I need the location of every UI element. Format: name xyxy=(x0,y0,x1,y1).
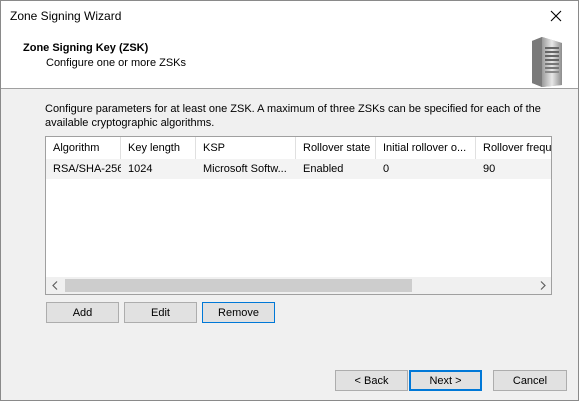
cancel-button[interactable]: Cancel xyxy=(493,370,567,391)
scroll-right-button[interactable] xyxy=(534,277,551,294)
cell-key-length: 1024 xyxy=(128,163,153,175)
edit-button[interactable]: Edit xyxy=(124,302,197,323)
remove-button[interactable]: Remove xyxy=(202,302,275,323)
scroll-thumb[interactable] xyxy=(65,279,412,292)
column-header-rollover-state[interactable]: Rollover state xyxy=(296,137,376,159)
cell-initial-rollover: 0 xyxy=(383,163,390,175)
wizard-window: Zone Signing Wizard Zone Signing Key (ZS… xyxy=(0,0,579,401)
close-icon xyxy=(550,10,562,22)
description-text: Configure parameters for at least one ZS… xyxy=(45,103,541,129)
chevron-left-icon xyxy=(51,281,57,290)
title-bar: Zone Signing Wizard xyxy=(1,1,578,31)
horizontal-scrollbar[interactable] xyxy=(46,277,551,294)
column-header-initial-rollover[interactable]: Initial rollover o... xyxy=(376,137,476,159)
add-button[interactable]: Add xyxy=(46,302,119,323)
wizard-header: Zone Signing Key (ZSK) Configure one or … xyxy=(1,31,578,89)
column-header-key-length[interactable]: Key length xyxy=(121,137,196,159)
page-subtitle: Configure one or more ZSKs xyxy=(46,57,187,69)
window-title: Zone Signing Wizard xyxy=(10,9,122,23)
chevron-right-icon xyxy=(540,281,546,290)
zsk-list[interactable]: Algorithm Key length KSP Rollover state … xyxy=(45,136,552,295)
list-header: Algorithm Key length KSP Rollover state … xyxy=(46,137,551,159)
column-header-ksp[interactable]: KSP xyxy=(196,137,296,159)
column-header-algorithm[interactable]: Algorithm xyxy=(46,137,121,159)
table-row[interactable]: RSA/SHA-256 1024 Microsoft Softw... Enab… xyxy=(46,159,551,179)
cell-ksp: Microsoft Softw... xyxy=(203,163,287,175)
column-header-rollover-frequency[interactable]: Rollover frequ xyxy=(476,137,551,159)
back-button[interactable]: < Back xyxy=(335,370,408,391)
page-title: Zone Signing Key (ZSK) xyxy=(23,42,149,54)
cell-rollover-state: Enabled xyxy=(303,163,344,175)
close-button[interactable] xyxy=(534,1,578,31)
server-icon xyxy=(532,37,562,87)
cell-algorithm: RSA/SHA-256 xyxy=(53,163,121,175)
next-button[interactable]: Next > xyxy=(409,370,482,391)
scroll-left-button[interactable] xyxy=(46,277,63,294)
cell-rollover-frequency: 90 xyxy=(483,163,496,175)
